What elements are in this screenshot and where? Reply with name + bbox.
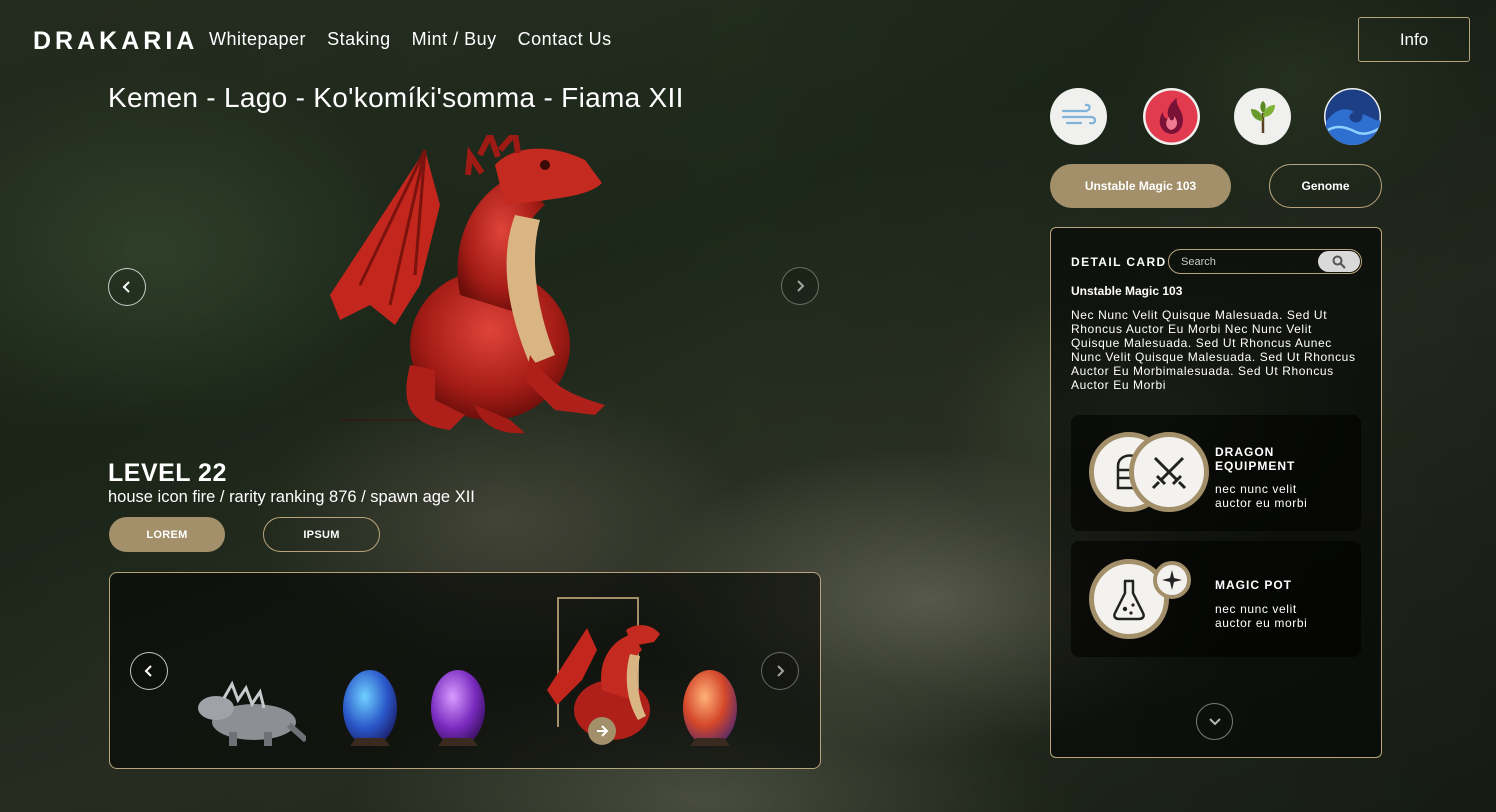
star-badge (1153, 561, 1191, 599)
search-input[interactable] (1181, 254, 1311, 270)
search-button[interactable] (1318, 251, 1360, 272)
dragon-title: Kemen - Lago - Ko'komíki'somma - Fiama X… (108, 82, 684, 113)
detail-card: DETAIL CARD Unstable Magic 103 Nec Nunc … (1050, 227, 1382, 758)
chevron-left-icon (122, 281, 130, 293)
lorem-button[interactable]: LOREM (109, 517, 225, 552)
plant-element-button[interactable] (1234, 88, 1291, 145)
top-nav: DRAKARIA Whitepaper Staking Mint / Buy C… (0, 0, 1496, 80)
arrow-right-icon (597, 725, 609, 737)
wind-element-button[interactable] (1050, 88, 1107, 145)
chevron-right-icon (797, 280, 805, 292)
tab-genome[interactable]: Genome (1269, 164, 1382, 208)
wind-icon (1061, 103, 1096, 124)
detail-card-subheading: Unstable Magic 103 (1071, 284, 1183, 298)
ipsum-button[interactable]: IPSUM (263, 517, 380, 552)
potion-flask-icon (1113, 579, 1145, 621)
chevron-right-icon (777, 665, 785, 677)
detail-card-heading: DETAIL CARD (1071, 255, 1167, 269)
nav-link-contact[interactable]: Contact Us (518, 29, 612, 50)
swords-badge (1129, 432, 1209, 512)
carousel-select-button[interactable] (588, 717, 616, 745)
feature-dragon-equipment[interactable]: DRAGON EQUIPMENT nec nunc velit auctor e… (1071, 415, 1361, 531)
carousel-item-blue-egg[interactable] (338, 662, 402, 750)
feature-text: nec nunc velit auctor eu morbi (1215, 482, 1308, 510)
search-box (1168, 249, 1362, 274)
info-button[interactable]: Info (1358, 17, 1470, 62)
water-element-button[interactable] (1324, 88, 1381, 145)
dragon-stats: house icon fire / rarity ranking 876 / s… (108, 488, 475, 506)
chevron-down-icon (1208, 717, 1221, 725)
feature-text: nec nunc velit auctor eu morbi (1215, 602, 1308, 630)
scroll-down-button[interactable] (1196, 703, 1233, 740)
hero-prev-button[interactable] (108, 268, 146, 306)
search-icon (1332, 255, 1346, 269)
brand-logo[interactable]: DRAKARIA (33, 27, 198, 56)
water-icon (1325, 89, 1381, 145)
feature-title: DRAGON EQUIPMENT (1215, 445, 1296, 473)
detail-card-description: Nec Nunc Velit Quisque Malesuada. Sed Ut… (1071, 308, 1356, 392)
feature-magic-pot[interactable]: MAGIC POT nec nunc velit auctor eu morbi (1071, 541, 1361, 657)
fire-icon (1145, 90, 1198, 143)
carousel-next-button[interactable] (761, 652, 799, 690)
nav-links: Whitepaper Staking Mint / Buy Contact Us (209, 29, 612, 50)
carousel-item-purple-egg[interactable] (426, 662, 490, 750)
nav-link-staking[interactable]: Staking (327, 29, 391, 50)
fire-element-button[interactable] (1143, 88, 1200, 145)
plant-icon (1250, 100, 1275, 133)
carousel-item-orange-egg[interactable] (678, 662, 742, 750)
chevron-left-icon (144, 665, 152, 677)
carousel-item-grey-dragon[interactable] (194, 680, 306, 750)
nav-link-mint-buy[interactable]: Mint / Buy (412, 29, 497, 50)
crossed-swords-icon (1151, 456, 1187, 490)
nav-link-whitepaper[interactable]: Whitepaper (209, 29, 306, 50)
hero-next-button[interactable] (781, 267, 819, 305)
carousel-prev-button[interactable] (130, 652, 168, 690)
dragon-carousel (109, 572, 821, 769)
sparkle-icon (1162, 570, 1182, 590)
hero-dragon-image (330, 135, 605, 434)
feature-title: MAGIC POT (1215, 578, 1292, 592)
tab-unstable-magic[interactable]: Unstable Magic 103 (1050, 164, 1231, 208)
level-label: LEVEL 22 (108, 459, 227, 487)
